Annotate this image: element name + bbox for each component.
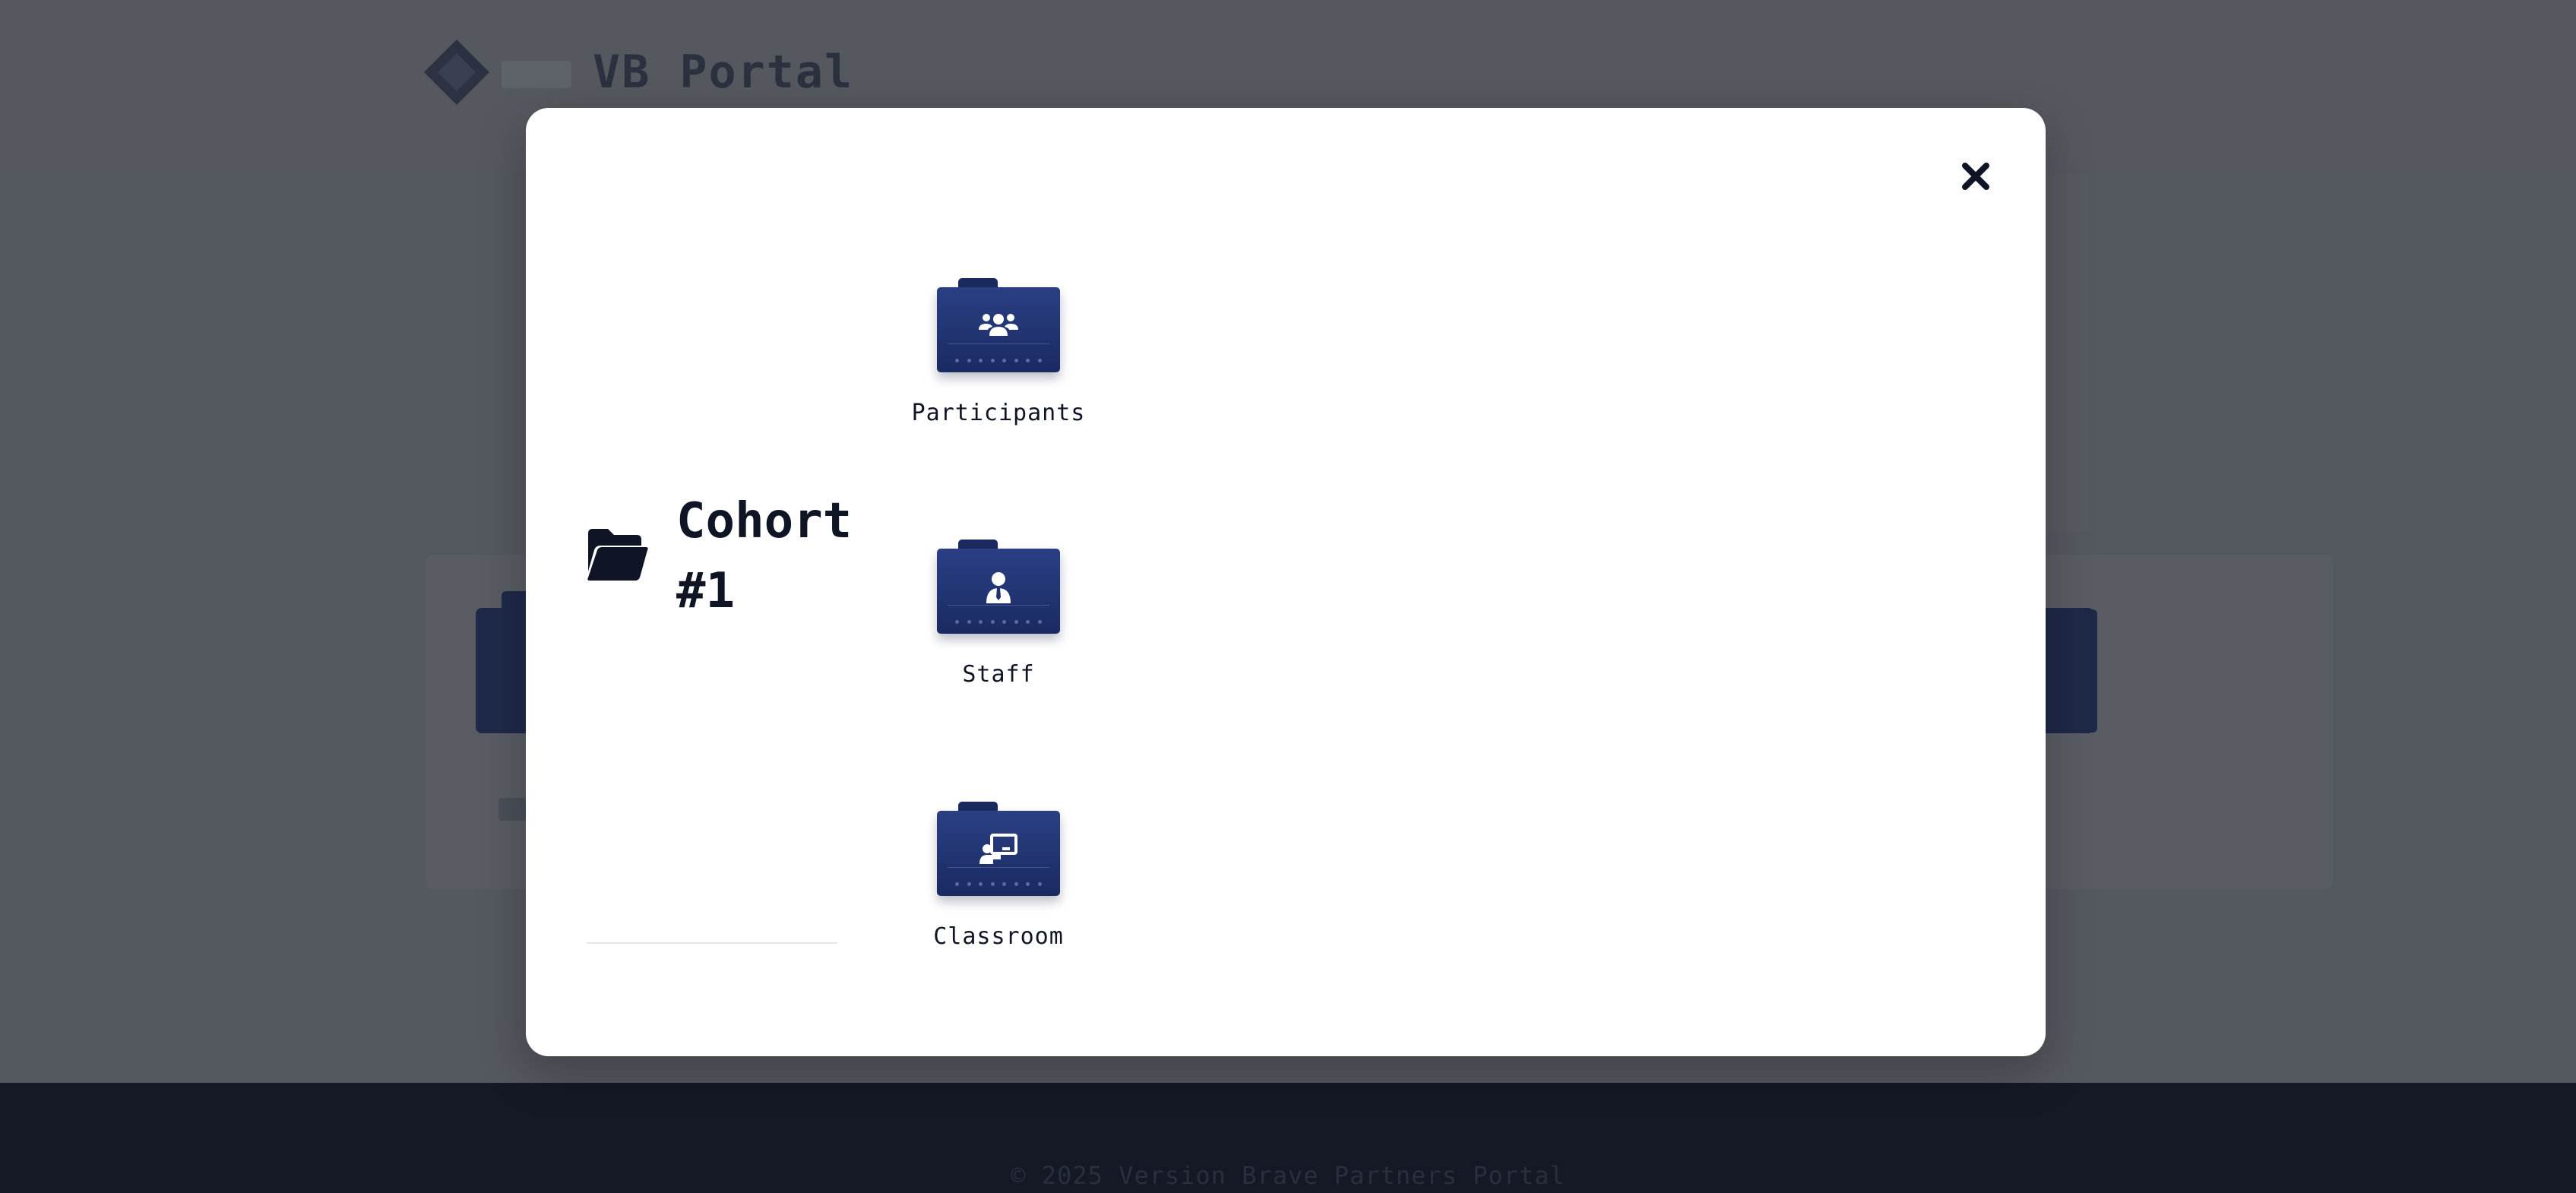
tile-label: Staff — [962, 661, 1035, 688]
tile-classroom[interactable]: Classroom — [885, 802, 1112, 950]
tile-label: Classroom — [933, 923, 1064, 950]
folder-open-icon — [587, 529, 648, 581]
tile-label: Participants — [911, 400, 1086, 426]
users-icon — [979, 314, 1018, 336]
close-icon — [1962, 163, 1989, 190]
footer-text: © 2025 Version Brave Partners Portal — [1011, 1161, 1565, 1190]
folder-icon — [937, 802, 1060, 896]
folder-icon — [937, 278, 1060, 372]
folder-icon — [937, 540, 1060, 634]
staff-user-icon — [986, 572, 1011, 603]
logo-icon — [424, 40, 489, 105]
app-title[interactable]: VB Portal — [593, 46, 853, 99]
background-card-label — [498, 798, 529, 821]
tile-staff[interactable]: Staff — [885, 540, 1112, 688]
logo-wordmark — [502, 61, 571, 88]
tile-participants[interactable]: Participants — [885, 278, 1112, 426]
divider — [587, 942, 837, 944]
close-button[interactable] — [1954, 155, 1997, 198]
cohort-title: Cohort #1 — [676, 493, 853, 619]
classroom-icon — [979, 834, 1017, 864]
